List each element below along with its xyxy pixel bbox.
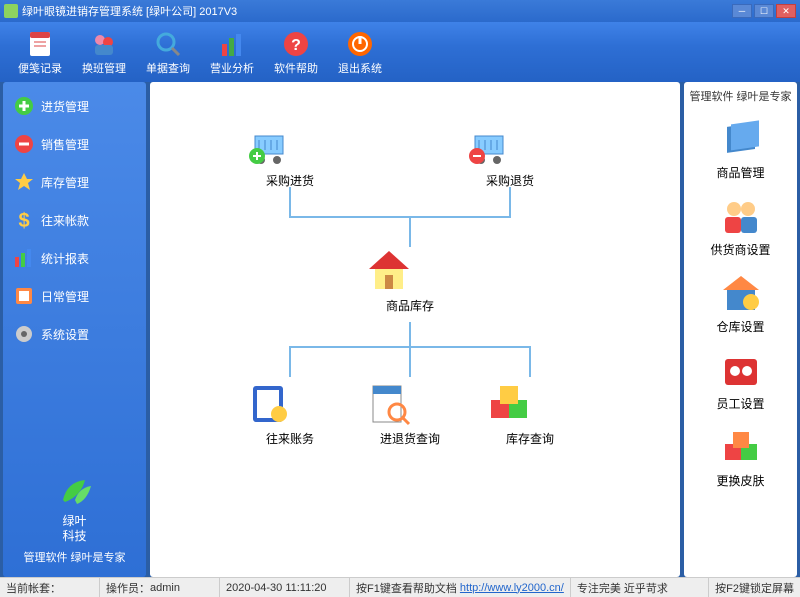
sidebar-item-daily[interactable]: 日常管理 bbox=[7, 278, 142, 314]
status-datetime: 2020-04-30 11:11:20 bbox=[220, 578, 350, 597]
search-icon bbox=[154, 30, 182, 58]
sidebar-label: 销售管理 bbox=[41, 136, 89, 153]
brand-box: 绿叶 科技 管理软件 绿叶是专家 bbox=[7, 466, 142, 573]
toolbar-label: 单据查询 bbox=[146, 60, 190, 76]
goods-mgmt-button[interactable]: 商品管理 bbox=[686, 118, 795, 181]
sidebar-label: 往来帐款 bbox=[41, 212, 89, 229]
status-bar: 当前帐套： 操作员： admin 2020-04-30 11:11:20 按F1… bbox=[0, 577, 800, 597]
status-lock-hint: 按F2键锁定屏幕 bbox=[709, 578, 800, 597]
doc-search-icon bbox=[386, 380, 434, 428]
left-sidebar: 进货管理 销售管理 库存管理 $ 往来帐款 统计报表 日常管理 bbox=[3, 82, 146, 577]
staff-icon bbox=[719, 349, 763, 393]
homepage-link[interactable]: http://www.ly2000.cn/ bbox=[460, 582, 564, 594]
minus-icon bbox=[13, 133, 35, 155]
sidebar-label: 库存管理 bbox=[41, 174, 89, 191]
brand-name: 绿叶 科技 bbox=[7, 514, 142, 543]
toolbar-label: 便笺记录 bbox=[18, 60, 62, 76]
flow-label: 往来账务 bbox=[245, 430, 335, 447]
bill-query-button[interactable]: 单据查询 bbox=[136, 26, 200, 80]
people-icon bbox=[90, 30, 118, 58]
status-operator: 操作员： admin bbox=[100, 578, 220, 597]
brand-slogan: 管理软件 绿叶是专家 bbox=[7, 549, 142, 565]
flow-goods-stock[interactable]: 商品库存 bbox=[365, 247, 455, 314]
right-item-label: 仓库设置 bbox=[686, 318, 795, 335]
maximize-button[interactable]: ☐ bbox=[754, 4, 774, 18]
cart-plus-icon bbox=[266, 122, 314, 170]
ledger-icon bbox=[266, 380, 314, 428]
flow-inout-query[interactable]: 进退货查询 bbox=[365, 380, 455, 447]
right-item-label: 员工设置 bbox=[686, 395, 795, 412]
app-icon bbox=[4, 4, 18, 18]
sidebar-item-reports[interactable]: 统计报表 bbox=[7, 240, 142, 276]
status-help-hint: 按F1键查看帮助文档 http://www.ly2000.cn/ bbox=[350, 578, 571, 597]
help-button[interactable]: ? 软件帮助 bbox=[264, 26, 328, 80]
flow-purchase-in[interactable]: 采购进货 bbox=[245, 122, 335, 189]
toolbar-label: 退出系统 bbox=[338, 60, 382, 76]
cart-minus-icon bbox=[486, 122, 534, 170]
svg-text:?: ? bbox=[291, 37, 301, 54]
flow-stock-query[interactable]: 库存查询 bbox=[485, 380, 575, 447]
supplier-icon bbox=[719, 195, 763, 239]
flow-purchase-return[interactable]: 采购退货 bbox=[465, 122, 555, 189]
bars-icon bbox=[13, 247, 35, 269]
main-toolbar: 便笺记录 换班管理 单据查询 营业分析 ? 软件帮助 退出系统 bbox=[0, 22, 800, 82]
biz-analysis-button[interactable]: 营业分析 bbox=[200, 26, 264, 80]
toolbar-label: 营业分析 bbox=[210, 60, 254, 76]
chart-icon bbox=[218, 30, 246, 58]
right-item-label: 更换皮肤 bbox=[686, 472, 795, 489]
status-account: 当前帐套： bbox=[0, 578, 100, 597]
power-icon bbox=[346, 30, 374, 58]
right-panel-title: 管理软件 绿叶是专家 bbox=[686, 88, 795, 104]
right-item-label: 供货商设置 bbox=[686, 241, 795, 258]
book-icon bbox=[13, 285, 35, 307]
note-record-button[interactable]: 便笺记录 bbox=[8, 26, 72, 80]
skin-icon bbox=[719, 426, 763, 470]
warehouse-icon bbox=[719, 272, 763, 316]
right-sidebar: 管理软件 绿叶是专家 商品管理 供货商设置 仓库设置 员工设置 更换皮肤 bbox=[684, 82, 797, 577]
minimize-button[interactable]: ─ bbox=[732, 4, 752, 18]
plus-icon bbox=[13, 95, 35, 117]
dollar-icon: $ bbox=[13, 209, 35, 231]
exit-button[interactable]: 退出系统 bbox=[328, 26, 392, 80]
toolbar-label: 换班管理 bbox=[82, 60, 126, 76]
flow-label: 商品库存 bbox=[365, 297, 455, 314]
sidebar-label: 进货管理 bbox=[41, 98, 89, 115]
close-button[interactable]: ✕ bbox=[776, 4, 796, 18]
sidebar-item-accounts[interactable]: $ 往来帐款 bbox=[7, 202, 142, 238]
sidebar-item-sales[interactable]: 销售管理 bbox=[7, 126, 142, 162]
toolbar-label: 软件帮助 bbox=[274, 60, 318, 76]
flow-arap[interactable]: 往来账务 bbox=[245, 380, 335, 447]
house-icon bbox=[386, 247, 434, 295]
window-title: 绿叶眼镜进销存管理系统 [绿叶公司] 2017V3 bbox=[22, 3, 732, 19]
svg-text:$: $ bbox=[18, 210, 29, 231]
sidebar-label: 系统设置 bbox=[41, 326, 89, 343]
center-panel: 采购进货 采购退货 商品库存 往来账务 进退货查询 库存查询 bbox=[150, 82, 680, 577]
note-icon bbox=[26, 30, 54, 58]
flow-connector-lines bbox=[150, 82, 670, 552]
right-item-label: 商品管理 bbox=[686, 164, 795, 181]
flow-label: 进退货查询 bbox=[365, 430, 455, 447]
gear-icon bbox=[13, 323, 35, 345]
help-icon: ? bbox=[282, 30, 310, 58]
sidebar-item-settings[interactable]: 系统设置 bbox=[7, 316, 142, 352]
sidebar-label: 日常管理 bbox=[41, 288, 89, 305]
sidebar-label: 统计报表 bbox=[41, 250, 89, 267]
sidebar-item-stock[interactable]: 库存管理 bbox=[7, 164, 142, 200]
staff-button[interactable]: 员工设置 bbox=[686, 349, 795, 412]
star-icon bbox=[13, 171, 35, 193]
title-bar: 绿叶眼镜进销存管理系统 [绿叶公司] 2017V3 ─ ☐ ✕ bbox=[0, 0, 800, 22]
flow-label: 采购退货 bbox=[465, 172, 555, 189]
skin-button[interactable]: 更换皮肤 bbox=[686, 426, 795, 489]
leaf-icon bbox=[55, 474, 95, 510]
flow-label: 库存查询 bbox=[485, 430, 575, 447]
warehouse-button[interactable]: 仓库设置 bbox=[686, 272, 795, 335]
goods-icon bbox=[719, 118, 763, 162]
supplier-button[interactable]: 供货商设置 bbox=[686, 195, 795, 258]
sidebar-item-purchase[interactable]: 进货管理 bbox=[7, 88, 142, 124]
boxes-icon bbox=[506, 380, 554, 428]
status-motto: 专注完美 近乎苛求 bbox=[571, 578, 709, 597]
flow-label: 采购进货 bbox=[245, 172, 335, 189]
shift-mgmt-button[interactable]: 换班管理 bbox=[72, 26, 136, 80]
